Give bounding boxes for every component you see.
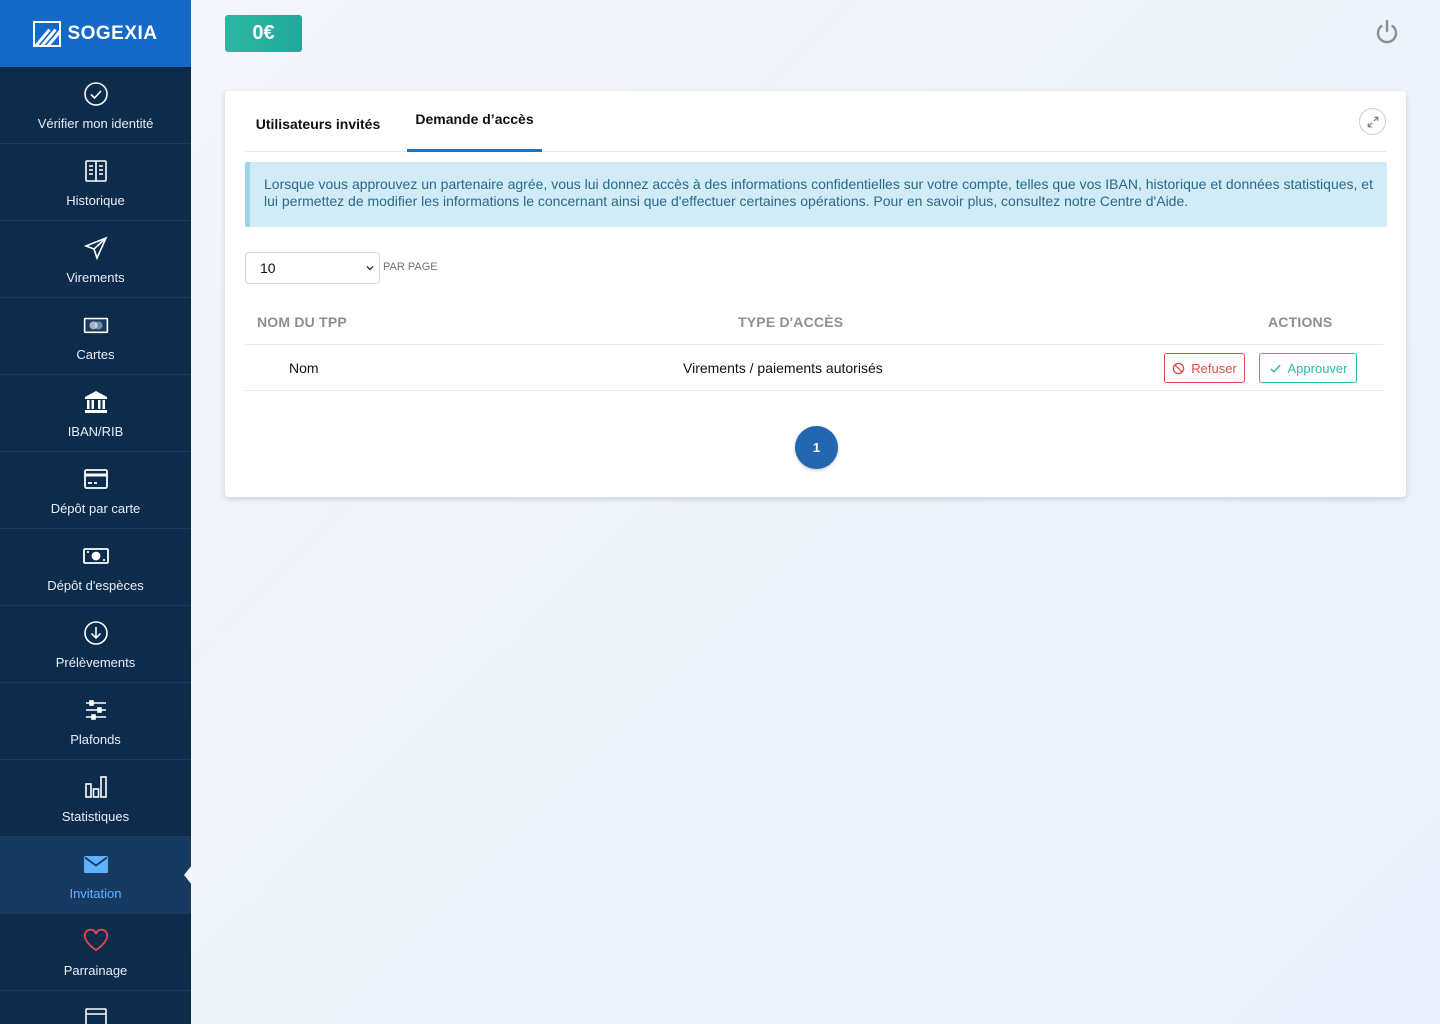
envelope-icon bbox=[82, 850, 110, 878]
access-type: Virements / paiements autorisés bbox=[683, 360, 883, 376]
credit-card-icon bbox=[82, 465, 110, 493]
refuse-button[interactable]: Refuser bbox=[1164, 353, 1245, 383]
heart-icon bbox=[82, 927, 110, 955]
sidebar-item-label: Cartes bbox=[76, 346, 115, 362]
check-icon bbox=[1269, 364, 1281, 373]
per-page-label: PAR PAGE bbox=[383, 261, 438, 273]
column-header-actions: ACTIONS bbox=[1268, 314, 1333, 330]
per-page-value: 10 bbox=[260, 260, 276, 276]
sidebar-item-parrainage[interactable]: Parrainage bbox=[0, 914, 191, 991]
tpp-name: Nom bbox=[289, 360, 319, 376]
tab-label: Utilisateurs invités bbox=[255, 115, 381, 132]
sidebar-item-depot-especes[interactable]: Dépôt d'espèces bbox=[0, 529, 191, 606]
sidebar-item-label: Parrainage bbox=[63, 962, 128, 978]
sidebar-item-historique[interactable]: Historique bbox=[0, 144, 191, 221]
sliders-icon bbox=[82, 696, 110, 724]
sidebar-item-plafonds[interactable]: Plafonds bbox=[0, 683, 191, 760]
logo[interactable]: SOGEXIA bbox=[0, 0, 191, 67]
bank-icon bbox=[82, 388, 110, 416]
sidebar-item-label: Plafonds bbox=[70, 731, 121, 747]
access-requests-card: Utilisateurs invités Demande d’accès Lor… bbox=[225, 91, 1406, 497]
divider bbox=[245, 390, 1383, 391]
sidebar-item-label: Invitation bbox=[69, 885, 122, 901]
sidebar-item-prelevements[interactable]: Prélèvements bbox=[0, 606, 191, 683]
sidebar-item-label: Prélèvements bbox=[55, 654, 136, 670]
sidebar-item-virements[interactable]: Virements bbox=[0, 221, 191, 298]
sidebar-item-label: Virements bbox=[66, 269, 125, 285]
sidebar-item-label: Statistiques bbox=[61, 808, 130, 824]
document-icon bbox=[82, 1005, 110, 1024]
sidebar-item-more[interactable] bbox=[0, 991, 191, 1024]
sidebar-item-cartes[interactable]: Cartes bbox=[0, 298, 191, 375]
column-header-type[interactable]: TYPE D'ACCÈS bbox=[738, 314, 843, 330]
sidebar: SOGEXIA Vérifier mon identité Historique… bbox=[0, 0, 191, 1024]
per-page-select[interactable]: 10 bbox=[245, 252, 380, 284]
sidebar-item-verifier-identite[interactable]: Vérifier mon identité bbox=[0, 67, 191, 144]
mastercard-icon bbox=[82, 311, 110, 339]
tab-demande-acces[interactable]: Demande d’accès bbox=[407, 91, 542, 152]
paper-plane-icon bbox=[82, 234, 110, 262]
book-icon bbox=[82, 157, 110, 185]
pagination-page-1[interactable]: 1 bbox=[795, 426, 838, 469]
tab-utilisateurs-invites[interactable]: Utilisateurs invités bbox=[245, 91, 391, 152]
arrow-down-circle-icon bbox=[82, 619, 110, 647]
logo-mark-icon bbox=[33, 20, 62, 47]
brand-name: SOGEXIA bbox=[67, 22, 158, 44]
bar-chart-icon bbox=[82, 773, 110, 801]
refuse-label: Refuser bbox=[1191, 360, 1237, 376]
expand-icon[interactable] bbox=[1359, 108, 1386, 135]
sidebar-item-depot-carte[interactable]: Dépôt par carte bbox=[0, 452, 191, 529]
cash-icon bbox=[82, 542, 110, 570]
check-circle-icon bbox=[82, 80, 110, 108]
sidebar-item-label: IBAN/RIB bbox=[67, 423, 124, 439]
sidebar-item-label: Dépôt par carte bbox=[50, 500, 141, 516]
column-header-nom[interactable]: NOM DU TPP bbox=[257, 314, 347, 330]
divider bbox=[245, 344, 1383, 345]
sidebar-item-iban-rib[interactable]: IBAN/RIB bbox=[0, 375, 191, 452]
sidebar-item-invitation[interactable]: Invitation bbox=[0, 837, 191, 914]
balance-badge: 0€ bbox=[225, 15, 302, 52]
sidebar-item-statistiques[interactable]: Statistiques bbox=[0, 760, 191, 837]
approve-button[interactable]: Approuver bbox=[1259, 353, 1357, 383]
sidebar-item-label: Dépôt d'espèces bbox=[47, 577, 144, 593]
chevron-down-icon bbox=[366, 266, 374, 271]
ban-icon bbox=[1172, 362, 1185, 374]
sidebar-item-label: Historique bbox=[66, 192, 125, 208]
power-icon[interactable] bbox=[1373, 18, 1401, 46]
info-alert: Lorsque vous approuvez un partenaire agr… bbox=[245, 162, 1387, 227]
tab-bar: Utilisateurs invités Demande d’accès bbox=[245, 91, 1386, 152]
approve-label: Approuver bbox=[1287, 360, 1348, 376]
tab-label: Demande d’accès bbox=[415, 110, 534, 127]
sidebar-item-label: Vérifier mon identité bbox=[37, 115, 154, 131]
